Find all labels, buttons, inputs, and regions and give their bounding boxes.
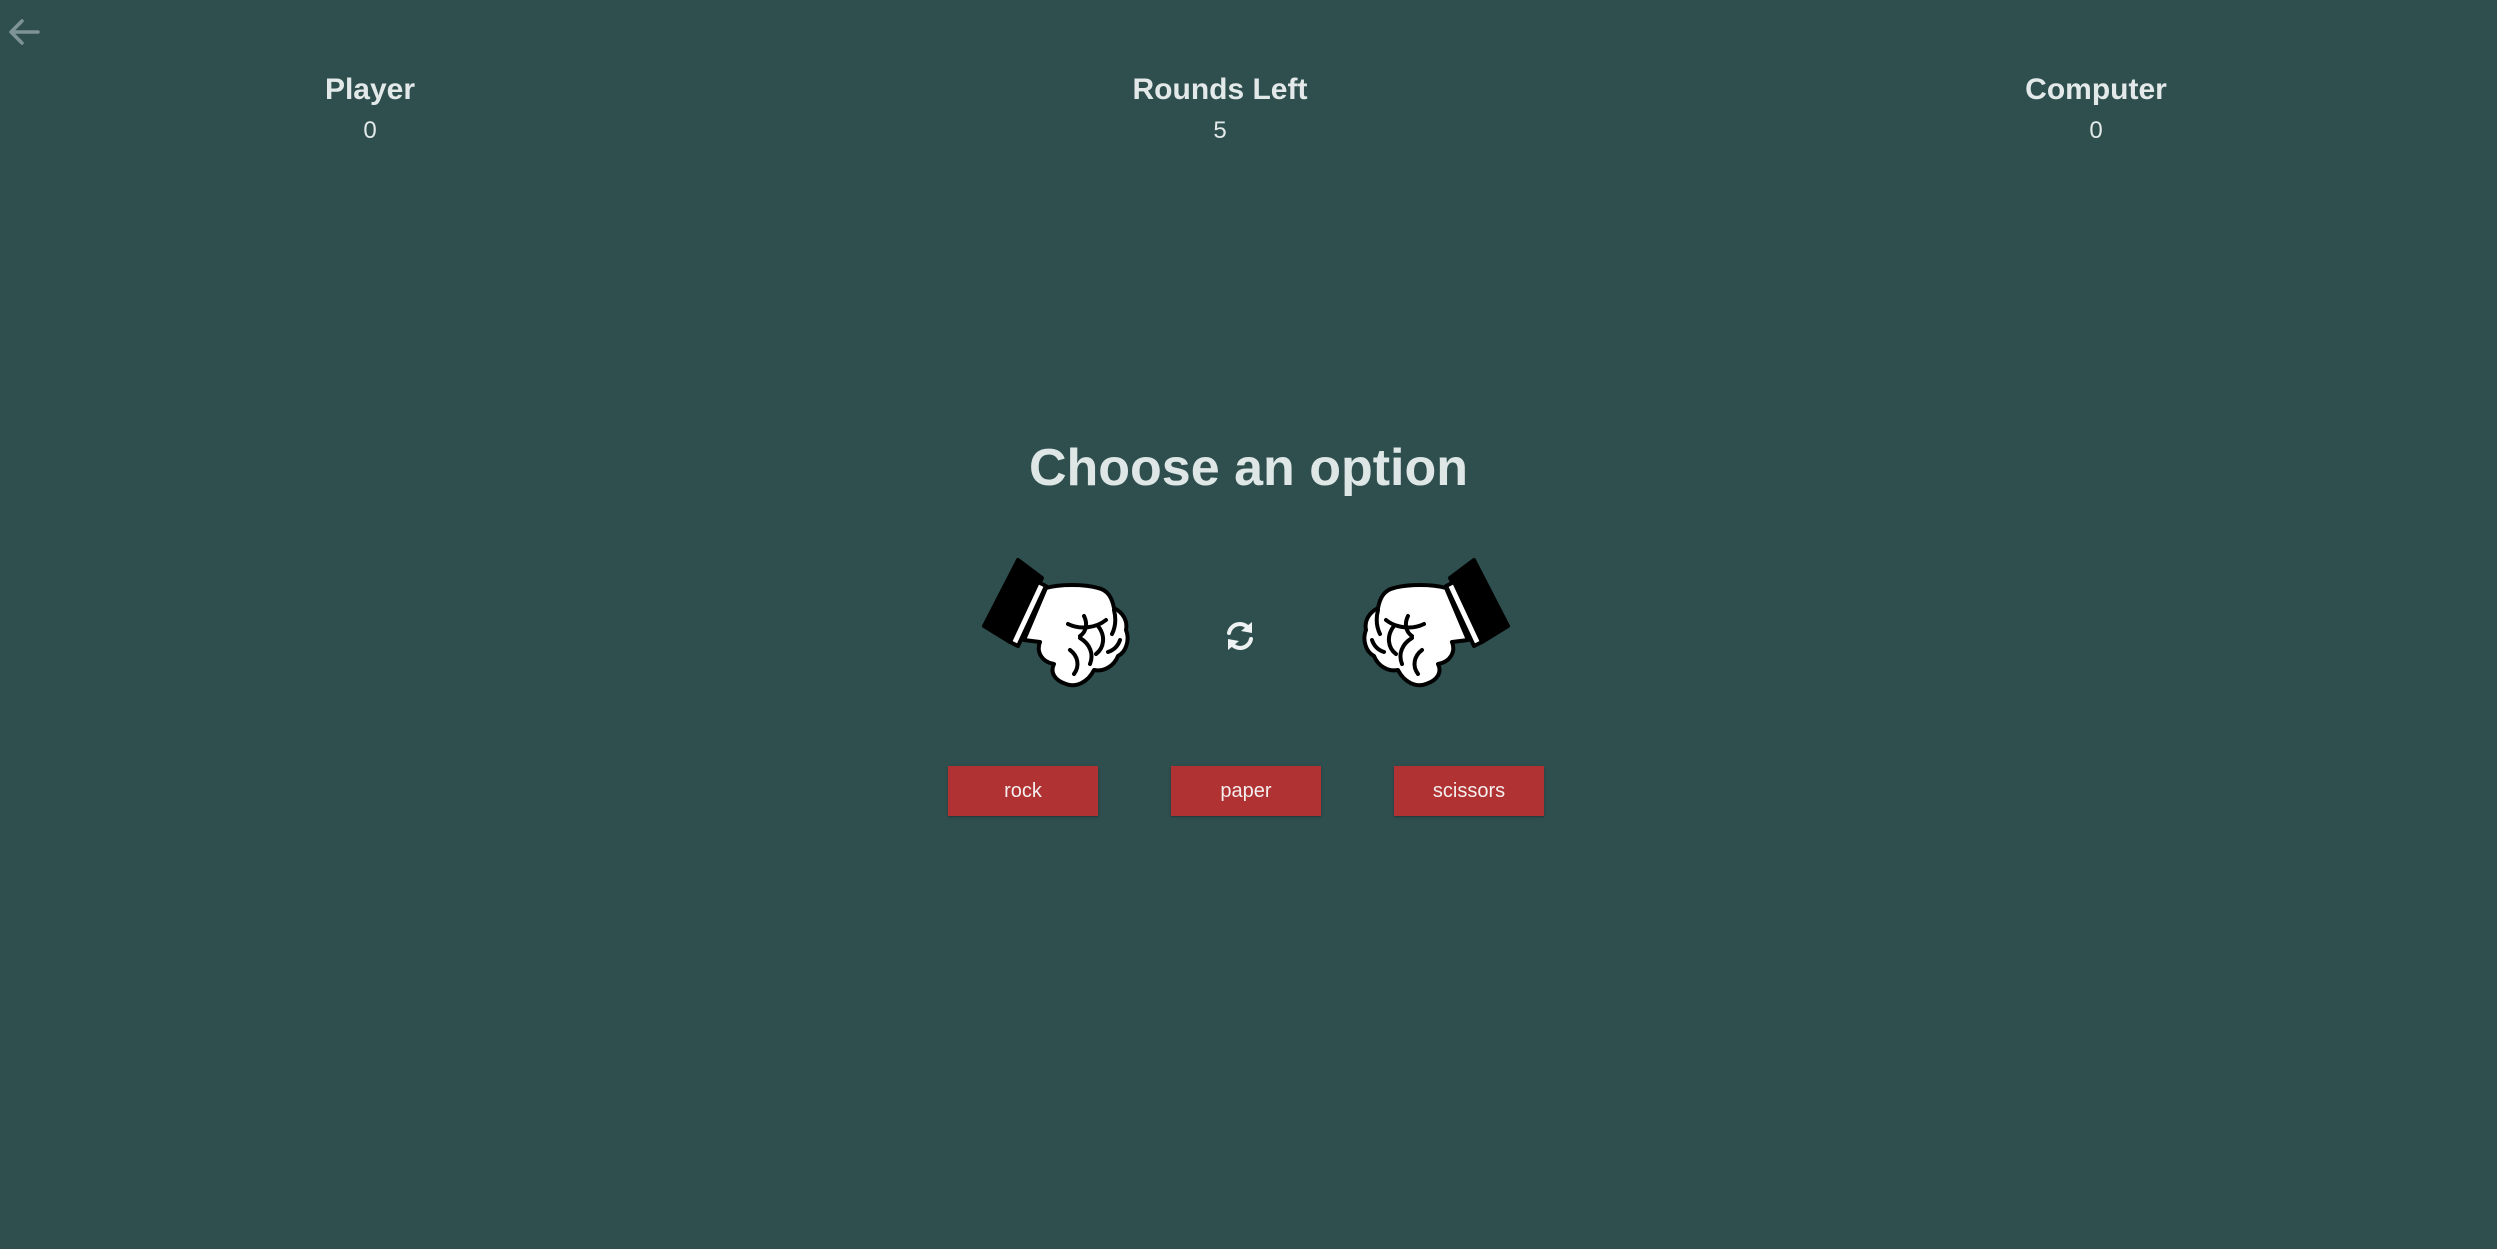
rounds-left-label: Rounds Left bbox=[1132, 73, 1308, 106]
refresh-icon bbox=[1227, 622, 1253, 650]
computer-score: 0 bbox=[2089, 117, 2103, 144]
choose-prompt: Choose an option bbox=[0, 438, 2497, 498]
player-hand bbox=[980, 554, 1150, 714]
back-button[interactable] bbox=[4, 16, 44, 48]
fist-hand-icon bbox=[1362, 558, 1510, 688]
fist-hand-icon bbox=[982, 558, 1130, 688]
scissors-button[interactable]: scissors bbox=[1394, 766, 1544, 816]
rock-button[interactable]: rock bbox=[948, 766, 1098, 816]
computer-label: Computer bbox=[2025, 73, 2167, 106]
player-score-panel: Player 0 bbox=[170, 72, 570, 146]
game-page: Player 0 Rounds Left 5 Computer 0 Choose… bbox=[0, 0, 2497, 1249]
paper-button[interactable]: paper bbox=[1171, 766, 1321, 816]
player-score: 0 bbox=[363, 117, 377, 144]
restart-button[interactable] bbox=[1222, 618, 1258, 654]
rounds-left-value: 5 bbox=[1213, 117, 1227, 144]
arrow-left-icon bbox=[9, 19, 40, 45]
prompt-text: Choose an option bbox=[1028, 439, 1469, 497]
computer-hand bbox=[1342, 554, 1512, 714]
rounds-left-panel: Rounds Left 5 bbox=[1020, 72, 1420, 146]
computer-score-panel: Computer 0 bbox=[1896, 72, 2296, 146]
player-label: Player bbox=[324, 73, 416, 106]
